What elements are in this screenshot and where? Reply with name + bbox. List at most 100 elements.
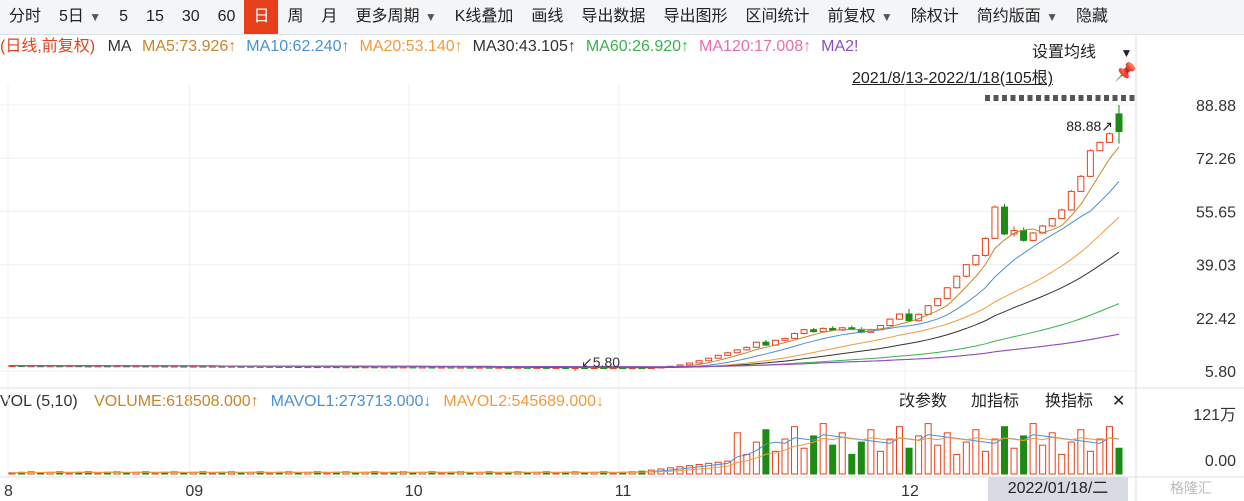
volume-bar <box>1039 444 1047 475</box>
volume-bar <box>466 472 474 475</box>
candle-body <box>962 264 970 277</box>
y-tick-label: 5.80 <box>1205 364 1236 381</box>
volume-bar <box>962 441 970 475</box>
volume-bar <box>266 472 274 475</box>
candle-body <box>752 341 760 348</box>
kline-chart[interactable]: 88.88 72.26 55.65 39.03 22.42 5.80 ↙5.80 88.88↗… <box>0 0 1244 501</box>
marker-dot <box>1129 95 1135 101</box>
volume-bar <box>323 472 331 475</box>
vol-axis-top: 121万 <box>1193 407 1236 424</box>
marker-dot <box>993 95 999 101</box>
vol-axis-bottom: 0.00 <box>1205 453 1236 470</box>
candle-body <box>791 333 799 339</box>
volume-bar <box>65 472 73 475</box>
candle-body <box>934 298 942 307</box>
marker-dot <box>1078 95 1084 101</box>
x-tick-label: 09 <box>185 483 203 500</box>
candle-body <box>1000 206 1008 235</box>
volume-bar <box>800 447 808 475</box>
ma-line <box>11 303 1120 368</box>
marker-dot <box>1104 95 1109 101</box>
volume-bar <box>1096 438 1104 475</box>
volume-bar <box>905 447 913 475</box>
candle-body <box>896 313 904 320</box>
candle-body <box>810 329 818 333</box>
candle-body <box>1058 209 1066 220</box>
marker-dot <box>1053 95 1058 101</box>
candle-body <box>1020 229 1028 241</box>
volume-bar <box>437 472 445 475</box>
volume-bar <box>896 426 904 475</box>
volume-bar <box>981 450 989 475</box>
volume-bar <box>237 472 245 475</box>
volume-bar <box>208 472 216 475</box>
volume-bar <box>1105 426 1113 475</box>
candle-body <box>1105 133 1113 143</box>
ma-line <box>11 181 1120 369</box>
x-tick-label: 11 <box>615 483 632 500</box>
volume-bar <box>94 472 102 475</box>
candle-body <box>733 349 741 354</box>
marker-dot <box>985 95 990 101</box>
marker-dot <box>1095 95 1101 101</box>
volume-bar <box>1077 429 1085 475</box>
volume-bar <box>1115 447 1123 475</box>
candle-body <box>943 287 951 300</box>
high-annotation: 88.88↗ <box>1066 118 1113 134</box>
marker-dot <box>1121 95 1126 101</box>
ma-line <box>11 146 1120 369</box>
volume-bar <box>1020 435 1028 475</box>
marker-dot <box>1010 95 1016 101</box>
y-tick-label: 22.42 <box>1196 311 1236 328</box>
volume-bar <box>1048 432 1056 475</box>
candle-body <box>800 329 808 335</box>
y-tick-label: 55.65 <box>1196 204 1236 221</box>
candle-body <box>1096 141 1104 152</box>
volume-bar <box>409 472 417 475</box>
volume-bar <box>523 472 531 475</box>
candle-body <box>724 352 732 356</box>
volume-bar <box>743 453 751 475</box>
x-tick-label: 12 <box>901 483 919 500</box>
date-box: 2022/01/18/二 <box>988 477 1128 501</box>
volume-bar <box>1010 447 1018 475</box>
volume-bar <box>1058 453 1066 475</box>
candle-body <box>924 305 932 315</box>
volume-bar <box>829 444 837 475</box>
y-tick-label: 72.26 <box>1196 151 1236 168</box>
candle-body <box>991 206 999 239</box>
candle-body <box>714 354 722 359</box>
volume-bar <box>762 429 770 475</box>
volume-bar <box>915 435 923 475</box>
volume-bar <box>180 472 188 475</box>
candle-body <box>1086 150 1094 177</box>
volume-bar <box>151 472 159 475</box>
marker-dot <box>1002 95 1007 101</box>
marker-dot <box>1044 95 1050 101</box>
x-tick-label: 10 <box>405 483 423 500</box>
candle-body <box>886 318 894 327</box>
volume-bar <box>972 429 980 475</box>
volume-bar <box>953 453 961 475</box>
volume-bar <box>581 472 589 475</box>
candle-body <box>762 341 770 346</box>
marker-dot <box>1112 95 1118 101</box>
candle-body <box>1067 190 1075 211</box>
marker-dot <box>1019 95 1024 101</box>
volume-bar <box>380 472 388 475</box>
candle-body <box>695 360 703 364</box>
volume-bar <box>943 432 951 475</box>
volume-bar <box>819 423 827 475</box>
volume-bar <box>37 472 45 475</box>
y-tick-label: 88.88 <box>1196 98 1236 115</box>
marker-dot <box>1070 95 1075 101</box>
volume-bar <box>991 438 999 475</box>
x-tick-label: 8 <box>4 483 13 500</box>
volume-bar <box>857 441 865 475</box>
volume-bar <box>123 472 131 475</box>
volume-bar <box>609 472 617 475</box>
candle-body <box>781 337 789 341</box>
candle-body <box>705 357 713 362</box>
volume-bar <box>352 472 360 475</box>
ma-line <box>11 216 1120 368</box>
